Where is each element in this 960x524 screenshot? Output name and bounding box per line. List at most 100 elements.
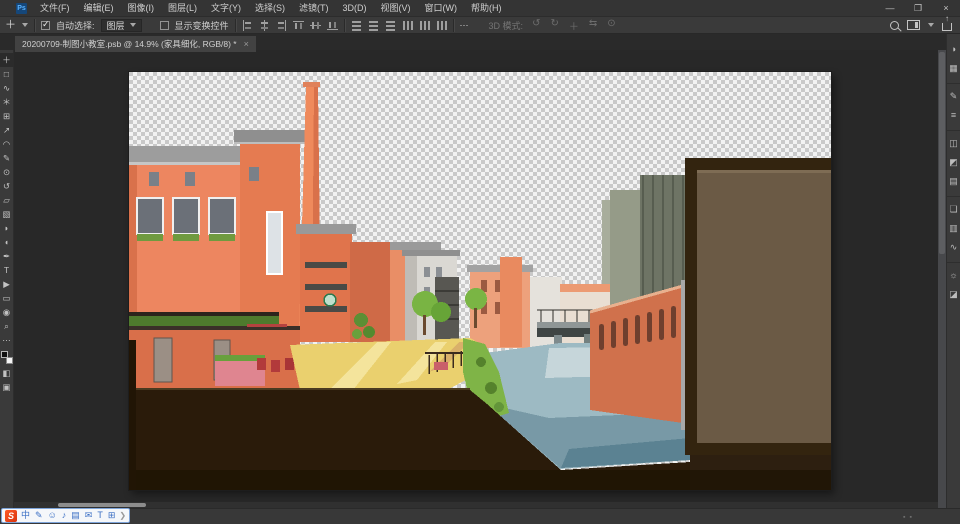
- path-selection-tool[interactable]: ▶: [0, 277, 14, 291]
- artwork-second-tower: [234, 130, 306, 340]
- channels-panel-icon[interactable]: ▥: [947, 219, 960, 238]
- menu-window[interactable]: 窗口(W): [418, 0, 465, 16]
- menu-3d[interactable]: 3D(D): [336, 0, 374, 16]
- distribute-right-edges-icon[interactable]: [436, 20, 447, 31]
- hand-tool[interactable]: ◉: [0, 305, 14, 319]
- auto-select-target-dropdown[interactable]: 图层: [101, 19, 142, 32]
- sogou-logo-icon[interactable]: S: [5, 510, 17, 522]
- workspace-switcher-icon[interactable]: [907, 20, 920, 30]
- status-corner-icons[interactable]: ▪▪: [903, 514, 916, 521]
- dodge-tool[interactable]: ◖: [0, 235, 14, 249]
- panel-resize-gutter[interactable]: [938, 50, 946, 508]
- align-left-edges-icon[interactable]: [242, 20, 253, 31]
- screen-mode-button[interactable]: ▣: [0, 380, 14, 394]
- ime-handwriting-button[interactable]: ✎: [35, 511, 43, 520]
- adjustments-panel-icon[interactable]: ◩: [947, 153, 960, 172]
- quick-selection-tool[interactable]: ＊: [0, 95, 14, 109]
- brush-settings-panel-icon[interactable]: ≡: [947, 106, 960, 125]
- spot-healing-brush-tool[interactable]: ◠: [0, 137, 14, 151]
- lasso-tool[interactable]: ∿: [0, 81, 14, 95]
- quick-mask-button[interactable]: ◧: [0, 366, 14, 380]
- crop-tool[interactable]: ⊞: [0, 109, 14, 123]
- move-tool[interactable]: ＋: [0, 53, 14, 67]
- brushes-panel-icon[interactable]: ✎: [947, 83, 960, 106]
- menu-filter[interactable]: 滤镜(T): [292, 0, 336, 16]
- scale-3d-icon[interactable]: ⊙: [604, 18, 618, 33]
- distribute-bottom-edges-icon[interactable]: [385, 20, 396, 31]
- libraries-panel-icon[interactable]: ◫: [947, 130, 960, 153]
- horizontal-scrollbar-thumb[interactable]: [58, 503, 146, 507]
- paths-panel-icon[interactable]: ∿: [947, 238, 960, 257]
- overflow-icon[interactable]: ⋯: [460, 20, 469, 31]
- align-top-edges-icon[interactable]: [293, 20, 304, 31]
- pen-tool[interactable]: ✒: [0, 249, 14, 263]
- more-tools[interactable]: ⋯: [0, 333, 14, 347]
- auto-select-checkbox[interactable]: [41, 21, 50, 30]
- layers-panel-icon[interactable]: ❏: [947, 196, 960, 219]
- eyedropper-tool[interactable]: ↗: [0, 123, 14, 137]
- align-bottom-edges-icon[interactable]: [327, 20, 338, 31]
- workspace-caret-icon[interactable]: [928, 23, 934, 27]
- distribute-top-edges-icon[interactable]: [351, 20, 362, 31]
- zoom-tool[interactable]: ⌕: [0, 319, 14, 333]
- document-tab[interactable]: 20200709-制图小教室.psb @ 14.9% (家具细化, RGB/8)…: [15, 36, 256, 52]
- ime-emoji-button[interactable]: ☺: [48, 511, 57, 520]
- swatches-panel-icon[interactable]: ▦: [947, 59, 960, 78]
- menu-help[interactable]: 帮助(H): [464, 0, 509, 16]
- show-transform-checkbox[interactable]: [160, 21, 169, 30]
- show-transform-label: 显示变换控件: [175, 19, 229, 32]
- ime-soft-keyboard-button[interactable]: ▤: [71, 511, 80, 520]
- gradient-tool[interactable]: ▧: [0, 207, 14, 221]
- ime-toolbox-button[interactable]: ⊞: [108, 511, 116, 520]
- align-group: [242, 20, 338, 31]
- distribute-horizontal-centers-icon[interactable]: [419, 20, 430, 31]
- horizontal-type-tool[interactable]: T: [0, 263, 14, 277]
- ime-voice-button[interactable]: ♪: [62, 511, 67, 520]
- menu-file[interactable]: 文件(F): [33, 0, 77, 16]
- search-icon[interactable]: [890, 21, 899, 30]
- ime-skin-button[interactable]: T: [97, 511, 103, 520]
- drag-3d-icon[interactable]: ＋: [566, 18, 582, 33]
- background-color-swatch[interactable]: [6, 357, 13, 364]
- learn-panel-icon[interactable]: ☼: [947, 262, 960, 285]
- ime-clipboard-button[interactable]: ✉: [85, 511, 93, 520]
- minimize-button[interactable]: —: [876, 0, 904, 16]
- rectangular-marquee-tool[interactable]: □: [0, 67, 14, 81]
- menu-layer[interactable]: 图层(L): [161, 0, 204, 16]
- restore-button[interactable]: ❐: [904, 0, 932, 16]
- move-tool-icon: ＋: [5, 20, 16, 31]
- options-bar: ＋ 自动选择: 图层 显示变换控件 ⋯ 3D 模式: ↺↻＋⇆⊙: [0, 16, 960, 34]
- ime-input-mode-button[interactable]: 中: [21, 511, 30, 520]
- share-icon[interactable]: [942, 23, 952, 31]
- shape-tool[interactable]: ▭: [0, 291, 14, 305]
- color-panel-icon[interactable]: ◑: [947, 40, 960, 59]
- vertical-scrollbar-thumb[interactable]: [939, 52, 945, 254]
- menu-edit[interactable]: 编辑(E): [77, 0, 121, 16]
- canvas[interactable]: [129, 72, 831, 490]
- align-vertical-centers-icon[interactable]: [310, 20, 321, 31]
- properties-panel-icon[interactable]: ◪: [947, 285, 960, 304]
- slide-3d-icon[interactable]: ⇆: [586, 18, 600, 33]
- tab-close-icon[interactable]: ×: [244, 40, 249, 49]
- brush-tool[interactable]: ✎: [0, 151, 14, 165]
- ime-expand-icon[interactable]: ❯: [119, 511, 126, 520]
- align-right-edges-icon[interactable]: [276, 20, 287, 31]
- orbit-3d-icon[interactable]: ↺: [529, 18, 543, 33]
- tool-preset-caret-icon[interactable]: [22, 23, 28, 27]
- menu-view[interactable]: 视图(V): [374, 0, 418, 16]
- blur-tool[interactable]: ◗: [0, 221, 14, 235]
- roll-3d-icon[interactable]: ↻: [547, 18, 561, 33]
- align-horizontal-centers-icon[interactable]: [259, 20, 270, 31]
- menu-type[interactable]: 文字(Y): [204, 0, 248, 16]
- menu-select[interactable]: 选择(S): [248, 0, 292, 16]
- history-brush-tool[interactable]: ↺: [0, 179, 14, 193]
- eraser-tool[interactable]: ▱: [0, 193, 14, 207]
- clone-stamp-tool[interactable]: ⊙: [0, 165, 14, 179]
- ime-toolbar[interactable]: S 中 ✎ ☺ ♪ ▤ ✉ T ⊞ ❯: [1, 508, 130, 523]
- distribute-vertical-centers-icon[interactable]: [368, 20, 379, 31]
- color-swatches[interactable]: [1, 351, 13, 364]
- distribute-left-edges-icon[interactable]: [402, 20, 413, 31]
- menu-image[interactable]: 图像(I): [121, 0, 162, 16]
- foreground-color-swatch[interactable]: [1, 351, 8, 358]
- patterns-panel-icon[interactable]: ▤: [947, 172, 960, 191]
